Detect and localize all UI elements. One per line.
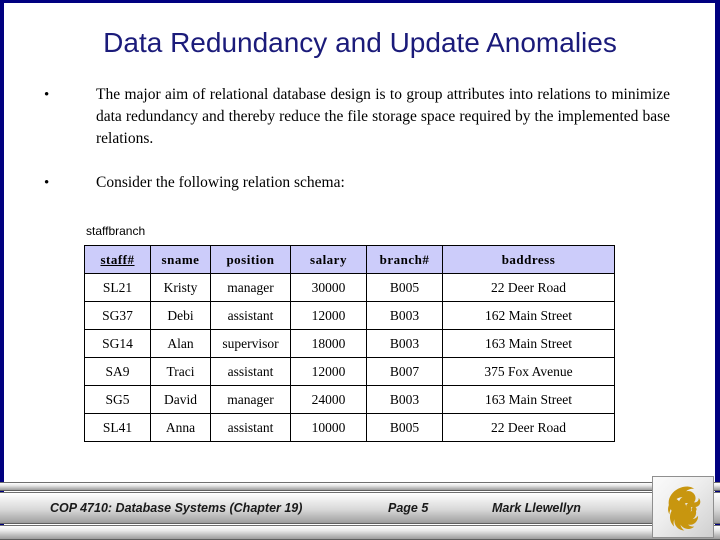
bullet-list: • The major aim of relational database d… bbox=[40, 84, 670, 210]
cell-staff-number: SG37 bbox=[84, 301, 151, 330]
relation-table: staff# sname position salary branch# bad… bbox=[84, 245, 615, 442]
cell-branch-number: B003 bbox=[366, 385, 443, 414]
cell-branch-number: B005 bbox=[366, 413, 443, 442]
table-header-row: staff# sname position salary branch# bad… bbox=[84, 245, 615, 274]
cell-sname: Alan bbox=[150, 329, 211, 358]
column-header-salary: salary bbox=[290, 245, 367, 274]
footer-author-label: Mark Llewellyn bbox=[492, 501, 581, 515]
column-header-sname: sname bbox=[150, 245, 211, 274]
cell-position: manager bbox=[210, 273, 291, 302]
relation-table-wrapper: staff# sname position salary branch# bad… bbox=[84, 245, 615, 442]
cell-position: manager bbox=[210, 385, 291, 414]
slide-border-right bbox=[715, 0, 720, 540]
cell-baddress: 163 Main Street bbox=[442, 385, 615, 414]
cell-branch-number: B005 bbox=[366, 273, 443, 302]
cell-branch-number: B003 bbox=[366, 301, 443, 330]
table-row: SG14 Alan supervisor 18000 B003 163 Main… bbox=[84, 329, 615, 358]
table-row: SG37 Debi assistant 12000 B003 162 Main … bbox=[84, 301, 615, 330]
cell-salary: 12000 bbox=[290, 301, 367, 330]
cell-position: assistant bbox=[210, 357, 291, 386]
cell-staff-number: SG14 bbox=[84, 329, 151, 358]
cell-staff-number: SA9 bbox=[84, 357, 151, 386]
cell-salary: 12000 bbox=[290, 357, 367, 386]
cell-baddress: 162 Main Street bbox=[442, 301, 615, 330]
cell-sname: Anna bbox=[150, 413, 211, 442]
bullet-point-icon: • bbox=[44, 87, 50, 103]
page-title: Data Redundancy and Update Anomalies bbox=[103, 27, 617, 58]
footer-course-label: COP 4710: Database Systems (Chapter 19) bbox=[50, 501, 303, 515]
ucf-pegasus-logo bbox=[652, 476, 714, 538]
cell-baddress: 22 Deer Road bbox=[442, 413, 615, 442]
relation-name-label: staffbranch bbox=[86, 224, 146, 238]
column-header-position: position bbox=[210, 245, 291, 274]
cell-sname: Traci bbox=[150, 357, 211, 386]
list-item: • Consider the following relation schema… bbox=[40, 172, 670, 194]
bullet-point-icon: • bbox=[44, 175, 50, 191]
slide-footer: COP 4710: Database Systems (Chapter 19) … bbox=[0, 476, 720, 540]
cell-baddress: 375 Fox Avenue bbox=[442, 357, 615, 386]
cell-salary: 24000 bbox=[290, 385, 367, 414]
cell-salary: 18000 bbox=[290, 329, 367, 358]
cell-sname: David bbox=[150, 385, 211, 414]
column-header-staff-number: staff# bbox=[84, 245, 151, 274]
slide-border-top bbox=[0, 0, 720, 3]
footer-page-number: Page 5 bbox=[388, 501, 429, 515]
cell-salary: 30000 bbox=[290, 273, 367, 302]
cell-branch-number: B003 bbox=[366, 329, 443, 358]
footer-bar-bottom bbox=[0, 525, 720, 540]
cell-sname: Kristy bbox=[150, 273, 211, 302]
column-header-label: staff# bbox=[100, 251, 135, 267]
cell-position: supervisor bbox=[210, 329, 291, 358]
table-row: SA9 Traci assistant 12000 B007 375 Fox A… bbox=[84, 357, 615, 386]
slide: Data Redundancy and Update Anomalies • T… bbox=[0, 0, 720, 540]
cell-baddress: 163 Main Street bbox=[442, 329, 615, 358]
cell-staff-number: SG5 bbox=[84, 385, 151, 414]
column-header-baddress: baddress bbox=[442, 245, 615, 274]
bullet-text: Consider the following relation schema: bbox=[96, 174, 345, 191]
cell-baddress: 22 Deer Road bbox=[442, 273, 615, 302]
list-item: • The major aim of relational database d… bbox=[40, 84, 670, 150]
footer-bar-top bbox=[0, 482, 720, 491]
table-row: SG5 David manager 24000 B003 163 Main St… bbox=[84, 385, 615, 414]
cell-salary: 10000 bbox=[290, 413, 367, 442]
slide-border-left bbox=[0, 0, 4, 540]
table-row: SL21 Kristy manager 30000 B005 22 Deer R… bbox=[84, 273, 615, 302]
table-row: SL41 Anna assistant 10000 B005 22 Deer R… bbox=[84, 413, 615, 442]
cell-position: assistant bbox=[210, 301, 291, 330]
cell-position: assistant bbox=[210, 413, 291, 442]
column-header-branch-number: branch# bbox=[366, 245, 443, 274]
cell-staff-number: SL21 bbox=[84, 273, 151, 302]
cell-staff-number: SL41 bbox=[84, 413, 151, 442]
bullet-text: The major aim of relational database des… bbox=[96, 86, 670, 147]
cell-branch-number: B007 bbox=[366, 357, 443, 386]
cell-sname: Debi bbox=[150, 301, 211, 330]
